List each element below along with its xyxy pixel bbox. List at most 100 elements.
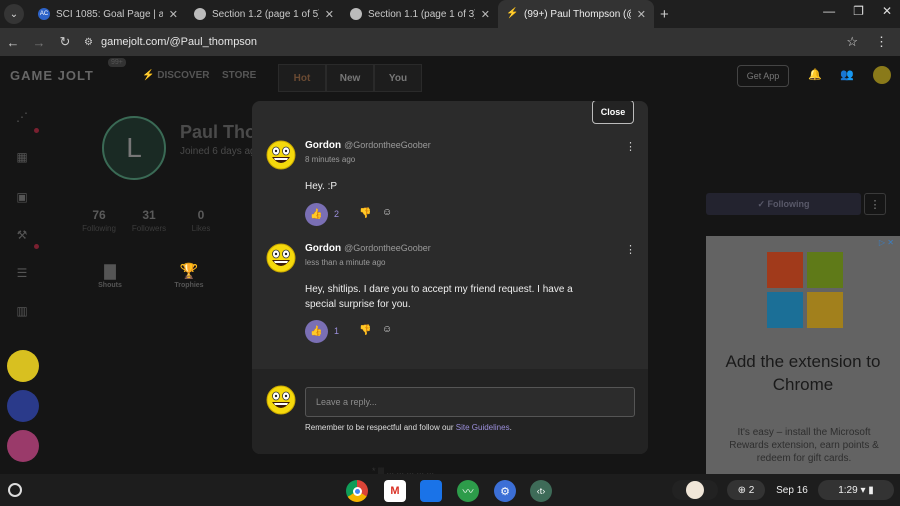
battery-icon: ▮: [868, 484, 874, 496]
forward-icon[interactable]: →: [26, 35, 52, 50]
tab-title: (99+) Paul Thompson (@Paul: [524, 8, 631, 20]
gmail-icon[interactable]: M: [384, 480, 406, 502]
reply-note-end: .: [509, 423, 512, 432]
bookmark-star-icon[interactable]: ☆: [846, 34, 858, 50]
comment-item: Gordon @GordontheeGoober less than a minu…: [266, 243, 636, 353]
comment-text: Hey, shitlips. I dare you to accept my f…: [305, 284, 573, 310]
stat-followers[interactable]: 31 Followers: [126, 208, 172, 233]
reply-note-text: Remember to be respectful and follow our: [305, 423, 454, 432]
new-tab-button[interactable]: +: [660, 6, 669, 23]
close-tab-icon[interactable]: ✕: [637, 8, 646, 21]
left-sidebar: ⋰ ▦ ▣ ⚒ ☰ ▥: [0, 96, 44, 474]
add-reaction-icon[interactable]: ☺: [382, 207, 392, 218]
tab-hot[interactable]: Hot: [278, 64, 326, 92]
following-button[interactable]: ✓ Following: [706, 193, 861, 215]
bell-icon[interactable]: 🔔: [808, 68, 822, 81]
gamejolt-logo[interactable]: GAME JOLT: [10, 68, 94, 83]
get-app-button[interactable]: Get App: [737, 65, 789, 87]
tab-title: Section 1.2 (page 1 of 5) | acec: [212, 8, 319, 20]
media-control[interactable]: [672, 480, 718, 500]
browser-menu-icon[interactable]: ⋮: [875, 34, 888, 50]
stat-number: 31: [142, 208, 156, 222]
tab-search-button[interactable]: ⌄: [4, 4, 24, 24]
bag-icon[interactable]: ▣: [13, 190, 31, 206]
thumbs-down-icon[interactable]: 👎: [359, 325, 371, 336]
community-avatar-2[interactable]: [7, 390, 39, 422]
browser-tab-3[interactable]: Section 1.1 (page 1 of 3) | acec ✕: [342, 0, 498, 28]
nav-store[interactable]: STORE: [222, 70, 256, 81]
community-avatar-3[interactable]: [7, 430, 39, 462]
store-icon[interactable]: ▦: [13, 150, 31, 166]
logo-square-yellow: [807, 292, 843, 328]
notification-tray[interactable]: ⊕ 2: [727, 480, 765, 500]
comment-menu-icon[interactable]: ⋮: [625, 243, 636, 256]
gamejolt-header: GAME JOLT 99+ ⚡ DISCOVER STORE Get App 🔔…: [0, 56, 900, 96]
avatar[interactable]: [266, 140, 296, 170]
reply-input[interactable]: [305, 387, 635, 417]
nav-discover-label: DISCOVER: [157, 70, 210, 81]
upload-icon: ⊕: [737, 484, 747, 496]
site-info-icon[interactable]: ⚙: [84, 37, 93, 48]
shortcut-shouts[interactable]: ▇ Shouts: [90, 262, 130, 289]
close-tab-icon[interactable]: ✕: [481, 8, 490, 21]
restore-icon[interactable]: ❐: [853, 4, 864, 18]
add-reaction-icon[interactable]: ☺: [382, 324, 392, 335]
like-button[interactable]: 👍: [305, 203, 328, 226]
like-count[interactable]: 2: [334, 209, 339, 219]
site-guidelines-link[interactable]: Site Guidelines: [456, 423, 510, 432]
comment-author[interactable]: Gordon @GordontheeGoober: [305, 243, 431, 254]
stat-likes[interactable]: 0 Likes: [178, 208, 224, 233]
settings-icon[interactable]: ⚙: [494, 480, 516, 502]
profile-avatar: L: [102, 116, 166, 180]
tab-new[interactable]: New: [326, 64, 374, 92]
comment-menu-icon[interactable]: ⋮: [625, 140, 636, 153]
close-window-icon[interactable]: ✕: [882, 4, 892, 18]
chat-icon[interactable]: ☰: [13, 266, 31, 282]
close-tab-icon[interactable]: ✕: [169, 8, 178, 21]
ad-choices-icon[interactable]: ▷ ✕: [879, 238, 894, 247]
stat-number: 0: [197, 208, 205, 222]
stocks-app-icon[interactable]: 〰: [457, 480, 479, 502]
app-icon[interactable]: ‹t›: [530, 480, 552, 502]
activity-icon[interactable]: ⋰: [13, 110, 31, 126]
os-shelf: M 〰 ⚙ ‹t› ⊕ 2 Sep 16 1:29 ▾ ▮: [0, 474, 900, 506]
author-handle: @GordontheeGoober: [344, 140, 431, 150]
shortcut-trophies[interactable]: 🏆 Trophies: [169, 262, 209, 289]
stat-following[interactable]: 76 Following: [76, 208, 122, 233]
browser-tab-2[interactable]: Section 1.2 (page 1 of 5) | acec ✕: [186, 0, 342, 28]
chrome-icon[interactable]: [346, 480, 368, 502]
minimize-icon[interactable]: —: [823, 4, 835, 18]
url-field[interactable]: ⚙ gamejolt.com/@Paul_thompson: [84, 36, 257, 48]
library-icon[interactable]: ▥: [13, 304, 31, 320]
tools-icon[interactable]: ⚒: [13, 228, 31, 244]
tab-you[interactable]: You: [374, 64, 422, 92]
user-avatar[interactable]: [873, 66, 891, 84]
stat-number: 76: [92, 208, 106, 222]
back-icon[interactable]: ←: [0, 35, 26, 50]
close-button[interactable]: Close: [592, 101, 634, 124]
close-tab-icon[interactable]: ✕: [325, 8, 334, 21]
profile-name: Paul Tho: [180, 122, 256, 142]
author-name: Gordon: [305, 140, 342, 151]
more-options-icon[interactable]: ⋮: [864, 193, 886, 215]
avatar[interactable]: [266, 243, 296, 273]
launcher-icon[interactable]: [8, 483, 22, 497]
comment-author[interactable]: Gordon @GordontheeGoober: [305, 140, 431, 151]
files-icon[interactable]: [420, 480, 442, 502]
shortcut-label: Shouts: [98, 282, 122, 289]
ad-panel[interactable]: ▷ ✕ Add the extension to Chrome It's eas…: [706, 236, 900, 474]
thumbs-down-icon[interactable]: 👎: [359, 208, 371, 219]
status-area[interactable]: 1:29 ▾ ▮: [818, 480, 894, 500]
like-count[interactable]: 1: [334, 326, 339, 336]
browser-tab-1[interactable]: AC SCI 1085: Goal Page | aceconn ✕: [30, 0, 186, 28]
nav-discover[interactable]: ⚡ DISCOVER: [142, 70, 209, 81]
community-avatar-1[interactable]: [7, 350, 39, 382]
friends-icon[interactable]: 👥: [840, 68, 854, 81]
profile-joined: Joined 6 days ag: [180, 146, 256, 157]
comment-item: Gordon @GordontheeGoober 8 minutes ago ⋮ …: [266, 140, 636, 230]
reload-icon[interactable]: ↻: [52, 34, 78, 50]
date-display[interactable]: Sep 16: [771, 480, 813, 500]
browser-tab-4-active[interactable]: ⚡ (99+) Paul Thompson (@Paul ✕: [498, 0, 654, 28]
like-button[interactable]: 👍: [305, 320, 328, 343]
author-name: Gordon: [305, 243, 342, 254]
